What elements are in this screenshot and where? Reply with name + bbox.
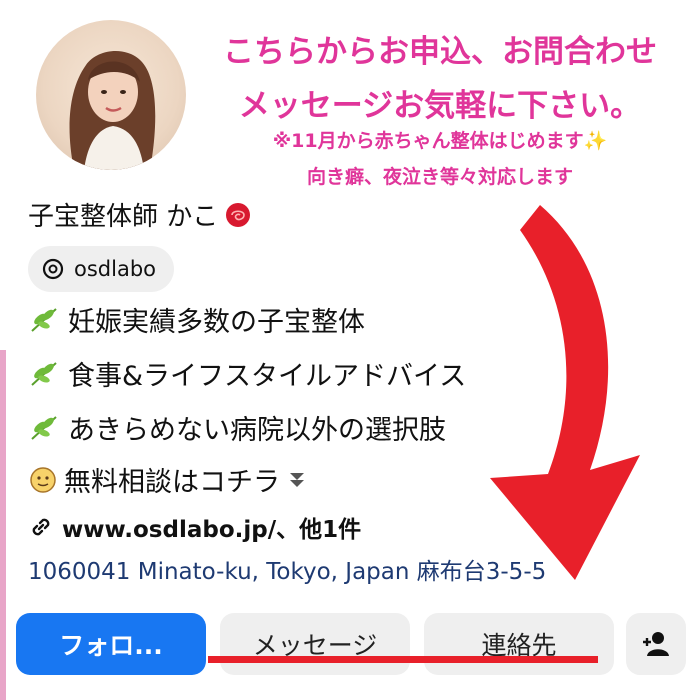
add-user-icon: [643, 632, 669, 656]
threads-handle: osdlabo: [74, 257, 157, 281]
avatar-photo: [69, 51, 156, 170]
face-icon: [30, 466, 56, 493]
page-edge-accent: [0, 350, 6, 700]
promo-line-3: ※11月から赤ちゃん整体はじめます✨: [272, 130, 608, 152]
avatar[interactable]: [36, 20, 186, 170]
promo-line-2: メッセージお気軽に下さい。: [238, 88, 642, 124]
herb-icon: [31, 361, 57, 386]
website-link-text: www.osdlabo.jp/、他1件: [62, 517, 362, 543]
promo-line-1: こちらからお申込、お問合わせ: [223, 34, 657, 70]
add-user-button[interactable]: [626, 613, 686, 675]
profile-name: 子宝整体師 かこ: [28, 202, 219, 232]
bio-line: 妊娠実績多数の子宝整体: [28, 300, 365, 339]
threads-link[interactable]: osdlabo: [28, 246, 175, 292]
rose-icon: [226, 202, 251, 227]
follow-button[interactable]: フォロ...: [16, 613, 206, 675]
website-link[interactable]: www.osdlabo.jp/、他1件: [28, 510, 361, 544]
bio-text: あきらめない病院以外の選択肢: [68, 415, 446, 446]
message-button[interactable]: メッセージ: [220, 613, 410, 675]
profile-name-row: 子宝整体師 かこ: [28, 196, 252, 233]
bio-line: あきらめない病院以外の選択肢: [28, 408, 446, 447]
double-chevron-down-icon: [290, 472, 304, 487]
herb-icon: [31, 307, 57, 332]
herb-icon: [31, 415, 57, 440]
link-icon: [32, 518, 50, 536]
address[interactable]: 1060041 Minato-ku, Tokyo, Japan 麻布台3-5-5: [28, 552, 546, 586]
bio-text: 妊娠実績多数の子宝整体: [68, 307, 365, 338]
contact-button[interactable]: 連絡先: [424, 613, 614, 675]
threads-icon: [42, 258, 64, 280]
bio-line: 無料相談はコチラ: [28, 460, 308, 499]
bio-text: 無料相談はコチラ: [64, 467, 280, 498]
bio-text: 食事&ライフスタイルアドバイス: [68, 361, 467, 392]
promo-line-4: 向き癖、夜泣き等々対応します: [306, 166, 573, 188]
red-arrow-icon: [490, 205, 640, 580]
bio-line: 食事&ライフスタイルアドバイス: [28, 354, 466, 393]
